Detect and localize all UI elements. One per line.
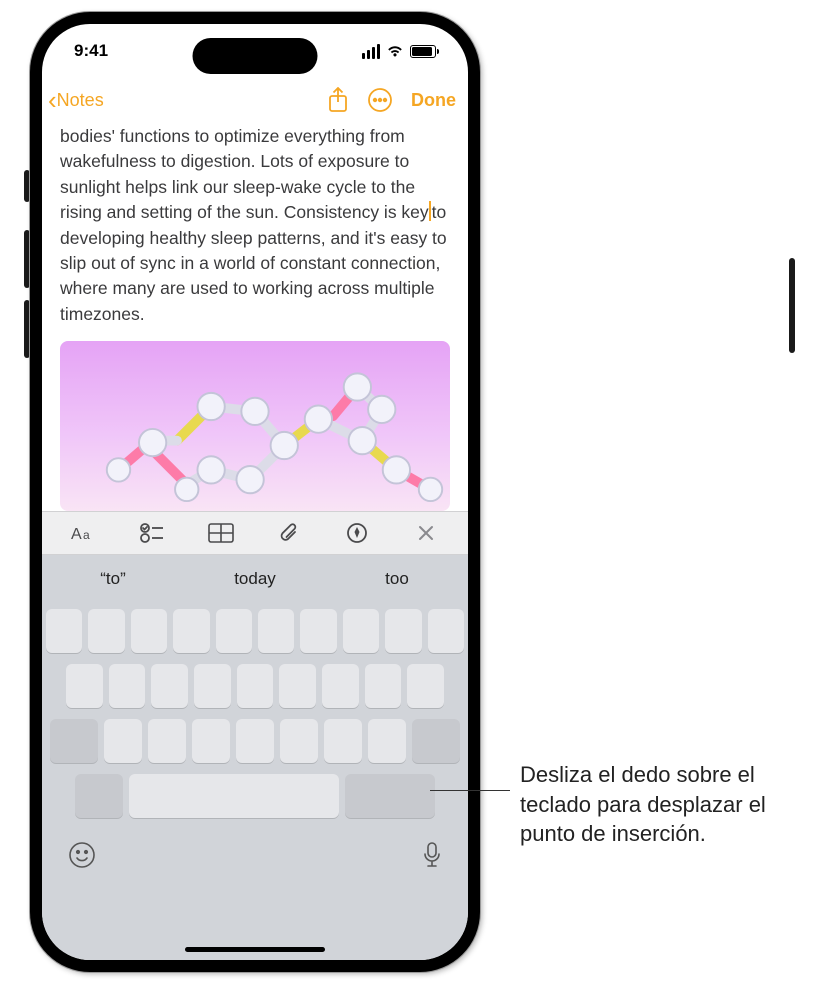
markup-icon (346, 522, 368, 544)
shift-key[interactable] (50, 719, 98, 763)
close-toolbar-button[interactable] (406, 524, 446, 542)
chevron-left-icon: ‹ (48, 87, 57, 113)
keyboard-trackpad-mode[interactable] (42, 603, 468, 829)
blank-key[interactable] (322, 664, 359, 708)
numbers-key[interactable] (75, 774, 123, 818)
blank-key[interactable] (151, 664, 188, 708)
callout-leader-line (430, 790, 510, 791)
blank-key[interactable] (104, 719, 142, 763)
more-icon (367, 87, 393, 113)
blank-key[interactable] (258, 609, 294, 653)
suggestion-2[interactable]: today (184, 569, 326, 589)
return-key[interactable] (345, 774, 435, 818)
blank-key[interactable] (368, 719, 406, 763)
dictation-button[interactable] (422, 841, 442, 874)
checklist-icon (140, 523, 164, 543)
delete-key[interactable] (412, 719, 460, 763)
iphone-screen: 9:41 ‹ Notes Done bod (42, 24, 468, 960)
blank-key[interactable] (194, 664, 231, 708)
blank-key[interactable] (300, 609, 336, 653)
keyboard[interactable]: “to” today too (42, 555, 468, 960)
suggestion-bar: “to” today too (42, 555, 468, 603)
emoji-button[interactable] (68, 841, 96, 874)
blank-key[interactable] (173, 609, 209, 653)
blank-key[interactable] (88, 609, 124, 653)
blank-key[interactable] (236, 719, 274, 763)
checklist-button[interactable] (132, 523, 172, 543)
paperclip-icon (278, 521, 300, 545)
text-format-button[interactable]: Aa (64, 523, 104, 543)
share-button[interactable] (327, 87, 349, 113)
more-button[interactable] (367, 87, 393, 113)
attachment-button[interactable] (269, 521, 309, 545)
blank-key[interactable] (324, 719, 362, 763)
done-button[interactable]: Done (411, 90, 456, 111)
blank-key[interactable] (192, 719, 230, 763)
iphone-frame: 9:41 ‹ Notes Done bod (30, 12, 480, 972)
space-key[interactable] (129, 774, 339, 818)
callout-text: Desliza el dedo sobre el teclado para de… (520, 760, 800, 849)
nav-bar: ‹ Notes Done (42, 78, 468, 122)
note-text-before: bodies' functions to optimize everything… (60, 126, 429, 222)
cellular-icon (362, 44, 381, 59)
molecule-illustration (60, 341, 450, 511)
blank-key[interactable] (407, 664, 444, 708)
blank-key[interactable] (365, 664, 402, 708)
blank-key[interactable] (131, 609, 167, 653)
blank-key[interactable] (109, 664, 146, 708)
blank-key[interactable] (428, 609, 464, 653)
svg-text:A: A (71, 526, 82, 543)
blank-key[interactable] (237, 664, 274, 708)
formatting-toolbar: Aa (42, 511, 468, 555)
blank-key[interactable] (216, 609, 252, 653)
table-button[interactable] (201, 523, 241, 543)
blank-key[interactable] (66, 664, 103, 708)
blank-key[interactable] (385, 609, 421, 653)
svg-text:a: a (83, 528, 90, 542)
blank-key[interactable] (280, 719, 318, 763)
share-icon (327, 87, 349, 113)
back-button[interactable]: ‹ Notes (48, 87, 104, 113)
blank-key[interactable] (148, 719, 186, 763)
note-inline-image[interactable] (60, 341, 450, 511)
emoji-icon (68, 841, 96, 869)
back-label: Notes (57, 90, 104, 111)
blank-key[interactable] (343, 609, 379, 653)
blank-key[interactable] (46, 609, 82, 653)
status-time: 9:41 (74, 41, 108, 61)
suggestion-1[interactable]: “to” (42, 569, 184, 589)
blank-key[interactable] (279, 664, 316, 708)
markup-button[interactable] (337, 522, 377, 544)
suggestion-3[interactable]: too (326, 569, 468, 589)
dynamic-island (193, 38, 318, 74)
status-icons (362, 44, 437, 59)
microphone-icon (422, 841, 442, 869)
home-indicator[interactable] (185, 947, 325, 952)
wifi-icon (386, 44, 404, 58)
table-icon (208, 523, 234, 543)
battery-icon (410, 45, 436, 58)
note-text-area[interactable]: bodies' functions to optimize everything… (42, 122, 468, 327)
text-format-icon: Aa (71, 523, 97, 543)
close-icon (417, 524, 435, 542)
